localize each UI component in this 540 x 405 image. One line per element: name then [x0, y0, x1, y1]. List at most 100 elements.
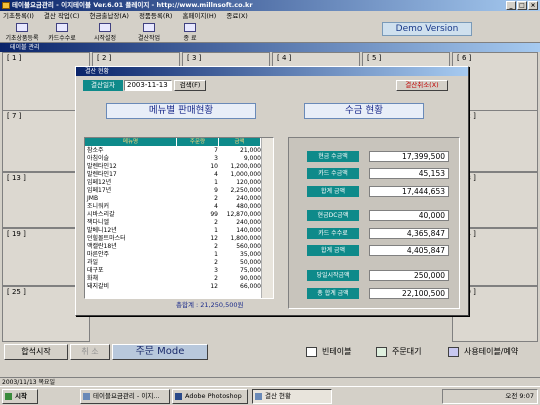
- menu-homepage[interactable]: 홈페이지(H): [182, 11, 216, 21]
- money-label: 현금 수금액: [307, 151, 359, 162]
- list-item[interactable]: 던힐몰트마스터 12 1,800,000: [85, 235, 261, 243]
- collection-panel: 현금 수금액 17,399,500 카드 수금액 45,153 합계 금액 17,44…: [288, 137, 460, 309]
- item-qty: 1: [214, 179, 218, 186]
- item-name: 발렌타인12: [87, 163, 117, 170]
- settlement-cancel-button[interactable]: 결산취소(X): [396, 80, 448, 91]
- table-window-title: 테이블 관리: [0, 43, 540, 52]
- card-icon: [56, 23, 68, 32]
- item-amount: 120,000: [236, 179, 261, 186]
- item-name: 임페17년: [87, 187, 112, 194]
- menu-sales-list[interactable]: 메뉴명 주문량 금액 참소주 7 21,000 아침이슬 3 9,000 발렌타인12 10 1…: [84, 137, 274, 299]
- waiting-swatch: [376, 346, 387, 357]
- item-name: 맥캘란18년: [87, 243, 117, 250]
- settings-icon: [99, 23, 111, 32]
- start-settings-button[interactable]: 시작설정: [90, 23, 120, 42]
- windows-icon: [5, 393, 12, 400]
- item-amount: 480,000: [236, 203, 261, 210]
- item-qty: 12: [210, 235, 218, 242]
- money-label: 총 합계 금액: [307, 288, 359, 299]
- money-label: 카드 수수료: [307, 228, 359, 239]
- in-use-swatch: [448, 346, 459, 357]
- list-item[interactable]: 잭다니엘 2 240,000: [85, 219, 261, 227]
- order-mode-button[interactable]: 주문 Mode: [112, 344, 208, 360]
- item-name: 조니워커: [87, 203, 110, 210]
- item-qty: 10: [210, 163, 218, 170]
- list-scrollbar[interactable]: [261, 138, 273, 298]
- menu-cashbook[interactable]: 현금출납장(A): [90, 11, 129, 21]
- item-qty: 2: [214, 259, 218, 266]
- list-item[interactable]: JMB 2 240,000: [85, 195, 261, 203]
- column-menu-name[interactable]: 메뉴명: [85, 138, 177, 146]
- grand-total: 총합계 : 21,250,500원: [176, 301, 244, 309]
- list-item[interactable]: 발렌타인12 10 1,200,000: [85, 163, 261, 171]
- list-item[interactable]: 임페12년 1 120,000: [85, 179, 261, 187]
- item-amount: 560,000: [236, 243, 261, 250]
- item-amount: 1,200,000: [230, 163, 261, 170]
- exit-button[interactable]: 종 료: [178, 23, 202, 42]
- column-amount[interactable]: 금액: [219, 138, 261, 146]
- maximize-button[interactable]: □: [517, 1, 527, 10]
- menu-register[interactable]: 정품등록(R): [139, 11, 173, 21]
- product-register-button[interactable]: 기초상품등록: [2, 23, 42, 42]
- item-qty: 2: [214, 195, 218, 202]
- money-label: 카드 수금액: [307, 168, 359, 179]
- chart-icon: [143, 23, 155, 32]
- task-table-app[interactable]: 테이블요금관리 - 이지...: [80, 389, 170, 404]
- date-field[interactable]: 2003-11-13: [124, 80, 172, 91]
- group-start-button[interactable]: 합석시작: [4, 344, 68, 360]
- list-item[interactable]: 아침이슬 3 9,000: [85, 155, 261, 163]
- menu-exit[interactable]: 종료(X): [226, 11, 248, 21]
- list-item[interactable]: 시바스리갈 99 12,870,000: [85, 211, 261, 219]
- bottom-bar: 합석시작 취 소 주문 Mode 빈테이블 주문대기 사용테이블/예약: [0, 342, 540, 362]
- list-item[interactable]: 임페17년 9 2,250,000: [85, 187, 261, 195]
- item-qty: 2: [214, 275, 218, 282]
- item-qty: 1: [214, 251, 218, 258]
- start-button[interactable]: 시작: [2, 389, 38, 404]
- item-amount: 1,000,000: [230, 171, 261, 178]
- legend-empty: 빈테이블: [306, 345, 351, 359]
- list-item[interactable]: 대구포 3 75,000: [85, 267, 261, 275]
- item-qty: 2: [214, 219, 218, 226]
- product-icon: [16, 23, 28, 32]
- money-value: 250,000: [369, 270, 449, 281]
- column-qty[interactable]: 주문량: [177, 138, 219, 146]
- legend-in-use: 사용테이블/예약: [448, 345, 518, 359]
- money-row: 합계 금액 17,444,653: [307, 186, 455, 197]
- list-item[interactable]: 마른안주 1 35,000: [85, 251, 261, 259]
- money-value: 22,100,500: [369, 288, 449, 299]
- list-item[interactable]: 과일 2 50,000: [85, 259, 261, 267]
- cancel-button[interactable]: 취 소: [70, 344, 110, 360]
- minimize-button[interactable]: _: [506, 1, 516, 10]
- settlement-dialog: 결산 현황 결산일자 2003-11-13 검색(F) 결산취소(X) 메뉴별 …: [75, 66, 469, 316]
- search-button[interactable]: 검색(F): [174, 80, 206, 91]
- task-photoshop[interactable]: Adobe Photoshop: [172, 389, 248, 404]
- taskbar: 시작 테이블요금관리 - 이지... Adobe Photoshop 결산 현황…: [0, 386, 540, 405]
- item-qty: 99: [210, 211, 218, 218]
- money-value: 4,405,847: [369, 245, 449, 256]
- item-amount: 90,000: [240, 275, 261, 282]
- list-item[interactable]: 조니워커 4 480,000: [85, 203, 261, 211]
- task-settlement[interactable]: 결산 현황: [252, 389, 332, 404]
- settlement-button[interactable]: 결산작업: [134, 23, 164, 42]
- list-item[interactable]: 돼지갈비 12 66,000: [85, 283, 261, 291]
- list-item[interactable]: 맥캘란18년 2 560,000: [85, 243, 261, 251]
- app-title: 테이블요금관리 - 이지테이블 Ver.6.01 플레이지 - http://w…: [12, 1, 253, 9]
- list-item[interactable]: 발렌타인17 4 1,000,000: [85, 171, 261, 179]
- money-value: 17,399,500: [369, 151, 449, 162]
- menu-settle[interactable]: 결산 작업(C): [44, 11, 80, 21]
- app-titlebar: 테이블요금관리 - 이지테이블 Ver.6.01 플레이지 - http://w…: [0, 0, 540, 11]
- list-item[interactable]: 화채 2 90,000: [85, 275, 261, 283]
- item-qty: 9: [214, 187, 218, 194]
- item-name: 시바스리갈: [87, 211, 115, 218]
- card-fee-button[interactable]: 카드수수료: [44, 23, 80, 42]
- item-name: 발베니12년: [87, 227, 117, 234]
- item-amount: 9,000: [243, 155, 261, 162]
- list-item[interactable]: 발베니12년 1 140,000: [85, 227, 261, 235]
- status-bar: 2003/11/13 목요일: [0, 377, 540, 386]
- exit-icon: [184, 23, 196, 32]
- close-button[interactable]: ×: [528, 1, 538, 10]
- list-item[interactable]: 참소주 7 21,000: [85, 147, 261, 155]
- money-value: 45,153: [369, 168, 449, 179]
- item-amount: 35,000: [240, 251, 261, 258]
- menu-basic[interactable]: 기초등록(I): [3, 11, 34, 21]
